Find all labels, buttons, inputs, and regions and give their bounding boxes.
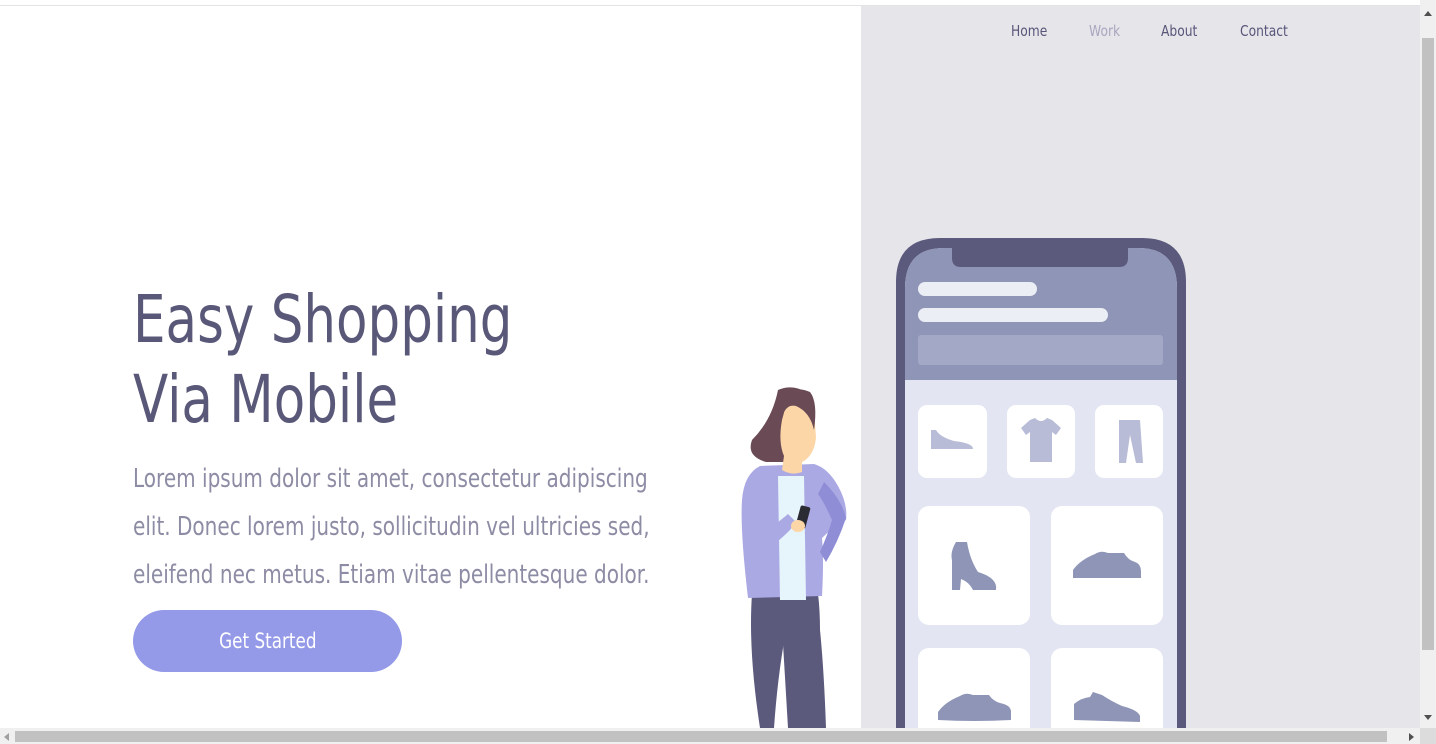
get-started-label: Get Started: [218, 629, 317, 653]
nav-home-link[interactable]: Home: [1011, 22, 1047, 40]
scroll-down-icon[interactable]: [1424, 715, 1432, 720]
vertical-scrollbar[interactable]: [1420, 0, 1436, 728]
scroll-up-icon[interactable]: [1424, 11, 1432, 16]
hero-title: Easy Shopping Via Mobile: [133, 280, 512, 440]
nav-contact-link[interactable]: Contact: [1240, 22, 1288, 40]
woman-figure: [741, 387, 847, 728]
vertical-scroll-thumb[interactable]: [1422, 38, 1434, 650]
scroll-left-icon[interactable]: [4, 733, 9, 741]
nav-work-link[interactable]: Work: [1089, 22, 1120, 40]
hero-description: Lorem ipsum dolor sit amet, consectetur …: [133, 464, 650, 590]
scroll-right-icon[interactable]: [1409, 733, 1414, 741]
horizontal-scrollbar[interactable]: [0, 728, 1420, 744]
horizontal-scroll-thumb[interactable]: [15, 731, 1387, 742]
page-viewport: Home Work About Contact Easy Shopping Vi…: [0, 0, 1420, 728]
hero-title-line1: Easy Shopping: [133, 281, 513, 358]
shopping-illustration: [741, 238, 1186, 728]
nav-about-link[interactable]: About: [1161, 22, 1197, 40]
hero-title-line2: Via Mobile: [133, 361, 399, 438]
main-nav: Home Work About Contact: [1011, 22, 1332, 40]
get-started-button[interactable]: Get Started: [133, 610, 402, 672]
scrollbar-corner: [1420, 728, 1436, 744]
phone-illustration: [896, 238, 1186, 728]
